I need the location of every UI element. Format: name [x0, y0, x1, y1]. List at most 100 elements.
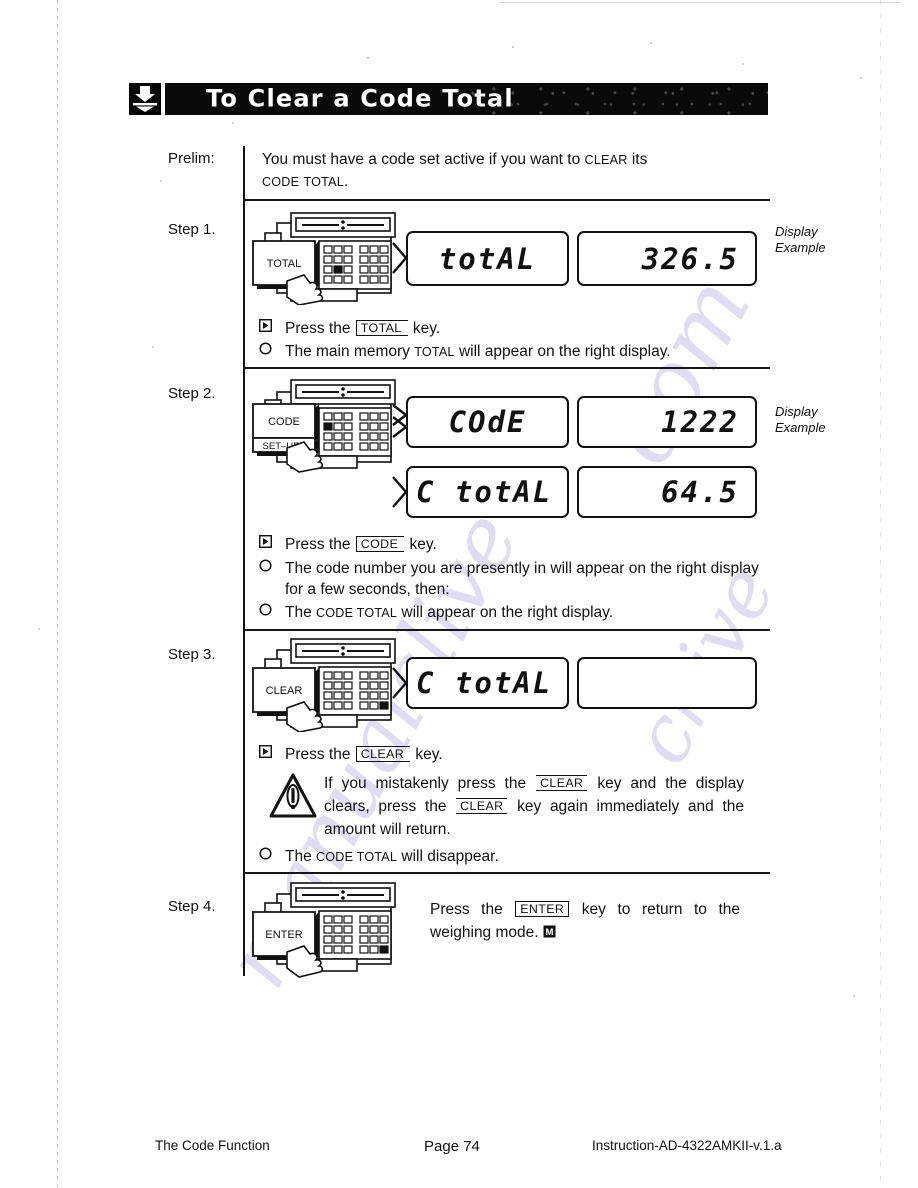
lcd-right-step1-value: 326.5 — [641, 241, 739, 276]
prelim-text: You must have a code set active if you w… — [262, 149, 762, 193]
instruction-press-clear: Press the CLEAR key. — [258, 744, 759, 765]
display-example-label-2: Display Example — [775, 404, 826, 435]
lcd-left-step2-code: COdE — [406, 396, 569, 448]
instruction-main-memory-total: The main memory TOTAL will appear on the… — [259, 341, 779, 363]
lcd-left-step3-value: C totAL — [416, 666, 553, 700]
circle-bullet-icon — [259, 341, 285, 363]
circle-bullet-icon — [259, 846, 285, 868]
content-divider — [243, 146, 245, 976]
press-total-post: key. — [408, 320, 441, 337]
step-2-label: Step 2. — [168, 385, 216, 402]
display-pointer-icon — [392, 404, 408, 438]
lcd-right-step2-code: 1222 — [577, 396, 757, 448]
step-1-label: Step 1. — [168, 221, 216, 238]
section-rule — [245, 872, 770, 874]
warning-note: If you mistakenly press the CLEAR key an… — [268, 772, 744, 841]
lcd-left-step2-ctotal: C totAL — [406, 466, 569, 518]
instruction-press-code: Press the CODE key. — [258, 534, 759, 555]
play-bullet-icon — [258, 318, 285, 339]
step4-pre: Press the — [430, 901, 515, 918]
disappear-post: will disappear. — [397, 848, 499, 865]
lcd-right-step2-ctotal: 64.5 — [577, 466, 757, 518]
keycap-enter: ENTER — [515, 901, 570, 917]
prelim-clear-smallcaps: CLEAR — [584, 153, 628, 167]
scale-illustration-total: TOTAL — [247, 209, 407, 310]
display-pointer-icon — [392, 242, 408, 274]
lcd-left-step1-value: totAL — [438, 241, 537, 276]
lcd-left-step3: C totAL — [406, 657, 569, 709]
prelim-total-smallcaps: TOTAL — [303, 175, 344, 189]
section-rule — [245, 199, 770, 201]
prelim-label: Prelim: — [168, 150, 215, 167]
circle-bullet-icon — [259, 558, 285, 600]
instruction-code-total-appears: The CODE TOTAL will appear on the right … — [259, 602, 779, 624]
prelim-period: . — [343, 173, 349, 190]
prelim-line1a: You must have a code set active if you w… — [262, 151, 585, 168]
press-code-pre: Press the — [285, 536, 355, 553]
down-arrow-icon — [129, 83, 161, 115]
lcd-left-step2-ctotal-value: C totAL — [416, 475, 553, 509]
svg-text:ENTER: ENTER — [265, 929, 302, 941]
prelim-line1b: its — [627, 151, 648, 168]
section-rule — [245, 629, 770, 631]
keycap-clear-warn-2: CLEAR — [456, 798, 508, 814]
lcd-right-step1: 326.5 — [577, 231, 757, 286]
press-code-post: key. — [405, 536, 437, 553]
step-4-label: Step 4. — [168, 898, 216, 915]
step-3-label: Step 3. — [168, 646, 216, 663]
display-example-label-1: Display Example — [775, 224, 826, 255]
keycap-clear-warn-1: CLEAR — [536, 775, 588, 791]
press-clear-post: key. — [411, 746, 443, 763]
lcd-right-step3 — [577, 657, 757, 709]
code-total-appears-pre: The — [285, 604, 317, 621]
instruction-press-total: Press the TOTAL key. — [258, 318, 759, 339]
prelim-code-smallcaps: CODE — [262, 175, 300, 189]
display-pointer-icon — [392, 476, 408, 508]
code-total-appears-post: will appear on the right display. — [397, 604, 614, 621]
scan-edge-mark — [500, 2, 900, 3]
lcd-right-step2-code-value: 1222 — [661, 405, 739, 439]
end-of-section-icon: M — [543, 922, 556, 945]
keycap-total: TOTAL — [355, 320, 408, 336]
keycap-clear: CLEAR — [355, 746, 411, 762]
svg-text:CODE: CODE — [268, 416, 300, 428]
warning-text-1: If you mistakenly press the — [324, 775, 536, 792]
scale-illustration-clear: CLEAR — [247, 636, 407, 737]
play-bullet-icon — [258, 534, 285, 555]
instruction-code-total-disappear: The CODE TOTAL will disappear. — [259, 846, 759, 868]
page-title: To Clear a Code Total — [206, 84, 514, 113]
document-page: manualslive .com chive To Clear a Code T… — [0, 0, 918, 1188]
svg-text:CLEAR: CLEAR — [266, 685, 303, 697]
lcd-left-step2-code-value: COdE — [448, 405, 527, 439]
mem-total-smallcaps: TOTAL — [414, 345, 455, 359]
warning-triangle-icon — [268, 772, 324, 841]
section-rule — [245, 367, 770, 369]
code-total-appears-smallcaps: CODE TOTAL — [316, 606, 398, 620]
section-title-banner: To Clear a Code Total — [129, 83, 768, 115]
disappear-smallcaps: CODE TOTAL — [316, 850, 398, 864]
banner-bar: To Clear a Code Total — [165, 83, 768, 115]
mem-total-post: will appear on the right display. — [454, 343, 671, 360]
press-total-pre: Press the — [285, 320, 355, 337]
lcd-left-step1: totAL — [406, 231, 569, 286]
footer-page-number: Page 74 — [424, 1138, 480, 1155]
circle-bullet-icon — [259, 602, 285, 624]
play-bullet-icon — [258, 744, 285, 765]
footer-left: The Code Function — [155, 1138, 270, 1153]
code-number-text: The code number you are presently in wil… — [285, 560, 759, 598]
svg-text:M: M — [545, 927, 553, 938]
scan-edge-mark — [57, 0, 58, 1188]
lcd-right-step2-ctotal-value: 64.5 — [661, 475, 739, 509]
scan-edge-mark — [880, 0, 881, 1188]
keycap-code: CODE — [355, 536, 405, 552]
instruction-code-number: The code number you are presently in wil… — [259, 558, 759, 600]
scale-illustration-code: CODE SET–UP — [247, 378, 407, 479]
svg-text:TOTAL: TOTAL — [267, 258, 301, 270]
mem-total-pre: The main memory — [285, 343, 415, 360]
scale-illustration-enter: ENTER — [247, 878, 407, 983]
display-pointer-icon — [392, 667, 408, 699]
footer-right: Instruction-AD-4322AMKII-v.1.a — [592, 1138, 782, 1153]
press-clear-pre: Press the — [285, 746, 355, 763]
step-4-instruction: Press the ENTER key to return to the wei… — [430, 898, 740, 945]
disappear-pre: The — [285, 848, 317, 865]
